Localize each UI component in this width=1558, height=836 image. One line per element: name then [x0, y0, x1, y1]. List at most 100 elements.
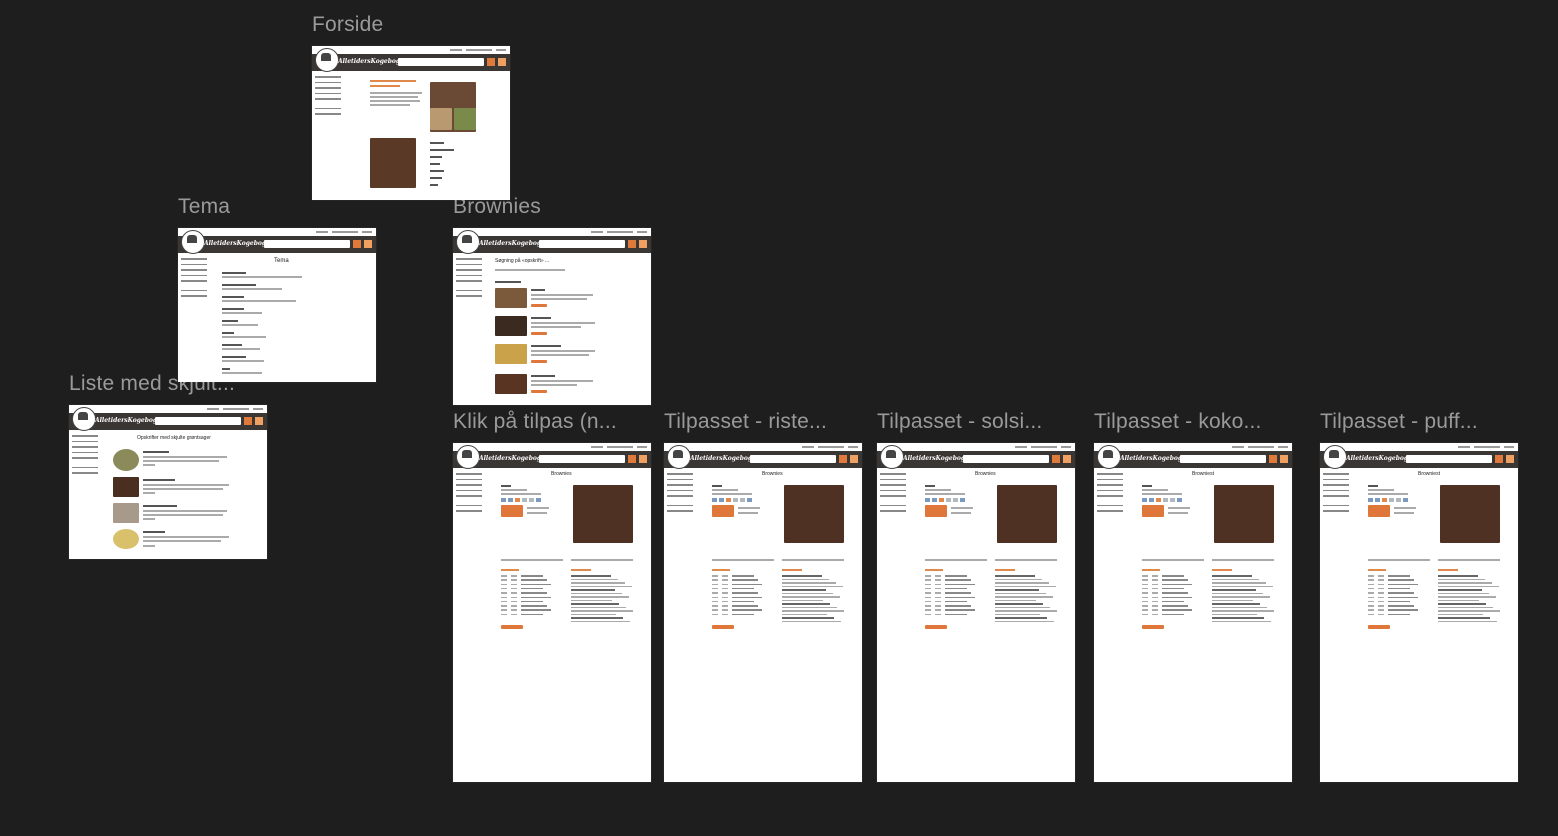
- frame-recipe-5[interactable]: AlletidersKogebog Browniest: [1320, 443, 1518, 782]
- search-input[interactable]: [750, 455, 836, 463]
- list-image[interactable]: [113, 503, 139, 523]
- tag-chip[interactable]: [515, 498, 520, 502]
- customize-button[interactable]: [501, 505, 523, 517]
- search-input[interactable]: [539, 455, 625, 463]
- ingredient-cell: [945, 583, 975, 586]
- tag-chip[interactable]: [1389, 498, 1394, 502]
- frame-liste[interactable]: AlletidersKogebog Opskrifter med skjulte…: [69, 405, 267, 559]
- frame-label-tema[interactable]: Tema: [178, 195, 230, 219]
- tag-chip[interactable]: [953, 498, 958, 502]
- frame-label-riste[interactable]: Tilpasset - riste...: [664, 410, 827, 434]
- customize-button[interactable]: [925, 505, 947, 517]
- tag-chip[interactable]: [747, 498, 752, 502]
- bookmark-icon[interactable]: [244, 417, 252, 425]
- tag-chip[interactable]: [939, 498, 944, 502]
- frame-recipe-4[interactable]: AlletidersKogebog Browniest: [1094, 443, 1292, 782]
- tag-chip[interactable]: [1170, 498, 1175, 502]
- rss-icon[interactable]: [850, 455, 858, 463]
- customize-button[interactable]: [1368, 505, 1390, 517]
- bookmark-icon[interactable]: [487, 58, 495, 66]
- frame-recipe-3[interactable]: AlletidersKogebog Brownies: [877, 443, 1075, 782]
- tag-chip[interactable]: [925, 498, 930, 502]
- search-input[interactable]: [539, 240, 625, 248]
- tag-chip[interactable]: [1368, 498, 1373, 502]
- tag-chip[interactable]: [522, 498, 527, 502]
- read-more-button[interactable]: [531, 304, 547, 307]
- bookmark-icon[interactable]: [353, 240, 361, 248]
- tag-chip[interactable]: [1403, 498, 1408, 502]
- rss-icon[interactable]: [1506, 455, 1514, 463]
- ingredient-cell: [521, 579, 547, 581]
- tag-chip[interactable]: [712, 498, 717, 502]
- customize-button[interactable]: [1142, 505, 1164, 517]
- search-input[interactable]: [1180, 455, 1266, 463]
- save-button[interactable]: [501, 625, 523, 629]
- bookmark-icon[interactable]: [1269, 455, 1277, 463]
- tag-chip[interactable]: [960, 498, 965, 502]
- tag-chip[interactable]: [529, 498, 534, 502]
- ingredient-cell: [1152, 592, 1158, 594]
- method-line: [995, 613, 1040, 615]
- list-image[interactable]: [113, 449, 139, 471]
- frame-label-solsi[interactable]: Tilpasset - solsi...: [877, 410, 1042, 434]
- result-image[interactable]: [495, 374, 527, 394]
- tag-chip[interactable]: [1156, 498, 1161, 502]
- frame-label-koko[interactable]: Tilpasset - koko...: [1094, 410, 1262, 434]
- save-button[interactable]: [925, 625, 947, 629]
- frame-brownies[interactable]: AlletidersKogebog Søgning på «opskrift» …: [453, 228, 651, 405]
- bookmark-icon[interactable]: [839, 455, 847, 463]
- save-button[interactable]: [712, 625, 734, 629]
- tag-chip[interactable]: [740, 498, 745, 502]
- tag-chip[interactable]: [733, 498, 738, 502]
- ingredient-cell: [1378, 600, 1384, 603]
- tag-chip[interactable]: [501, 498, 506, 502]
- tag-chip[interactable]: [946, 498, 951, 502]
- search-input[interactable]: [398, 58, 484, 66]
- rss-icon[interactable]: [364, 240, 372, 248]
- bookmark-icon[interactable]: [1052, 455, 1060, 463]
- list-image[interactable]: [113, 477, 139, 497]
- tag-chip[interactable]: [1142, 498, 1147, 502]
- read-more-button[interactable]: [531, 332, 547, 335]
- customize-button[interactable]: [712, 505, 734, 517]
- result-image[interactable]: [495, 288, 527, 308]
- rss-icon[interactable]: [639, 455, 647, 463]
- save-button[interactable]: [1368, 625, 1390, 629]
- rss-icon[interactable]: [1063, 455, 1071, 463]
- frame-forside[interactable]: AlletidersKogebog: [312, 46, 510, 200]
- frame-label-puff[interactable]: Tilpasset - puff...: [1320, 410, 1478, 434]
- tag-chip[interactable]: [1163, 498, 1168, 502]
- save-button[interactable]: [1142, 625, 1164, 629]
- frame-label-klik[interactable]: Klik på tilpas (n...: [453, 410, 617, 434]
- rss-icon[interactable]: [1280, 455, 1288, 463]
- frame-label-forside[interactable]: Forside: [312, 13, 383, 37]
- tag-chip[interactable]: [1375, 498, 1380, 502]
- search-input[interactable]: [1406, 455, 1492, 463]
- result-image[interactable]: [495, 316, 527, 336]
- read-more-button[interactable]: [531, 360, 547, 363]
- result-image[interactable]: [495, 344, 527, 364]
- tag-chip[interactable]: [1177, 498, 1182, 502]
- bookmark-icon[interactable]: [628, 455, 636, 463]
- bookmark-icon[interactable]: [628, 240, 636, 248]
- tag-chip[interactable]: [719, 498, 724, 502]
- frame-recipe-2[interactable]: AlletidersKogebog Brownies: [664, 443, 862, 782]
- tag-chip[interactable]: [1149, 498, 1154, 502]
- search-input[interactable]: [264, 240, 350, 248]
- tag-chip[interactable]: [932, 498, 937, 502]
- tag-chip[interactable]: [726, 498, 731, 502]
- tag-chip[interactable]: [1396, 498, 1401, 502]
- search-input[interactable]: [963, 455, 1049, 463]
- read-more-button[interactable]: [531, 390, 547, 393]
- rss-icon[interactable]: [639, 240, 647, 248]
- frame-tema[interactable]: AlletidersKogebog Tema: [178, 228, 376, 382]
- search-input[interactable]: [155, 417, 241, 425]
- list-image[interactable]: [113, 529, 139, 549]
- rss-icon[interactable]: [255, 417, 263, 425]
- tag-chip[interactable]: [536, 498, 541, 502]
- tag-chip[interactable]: [1382, 498, 1387, 502]
- bookmark-icon[interactable]: [1495, 455, 1503, 463]
- rss-icon[interactable]: [498, 58, 506, 66]
- tag-chip[interactable]: [508, 498, 513, 502]
- frame-recipe-1[interactable]: AlletidersKogebog Brownies: [453, 443, 651, 782]
